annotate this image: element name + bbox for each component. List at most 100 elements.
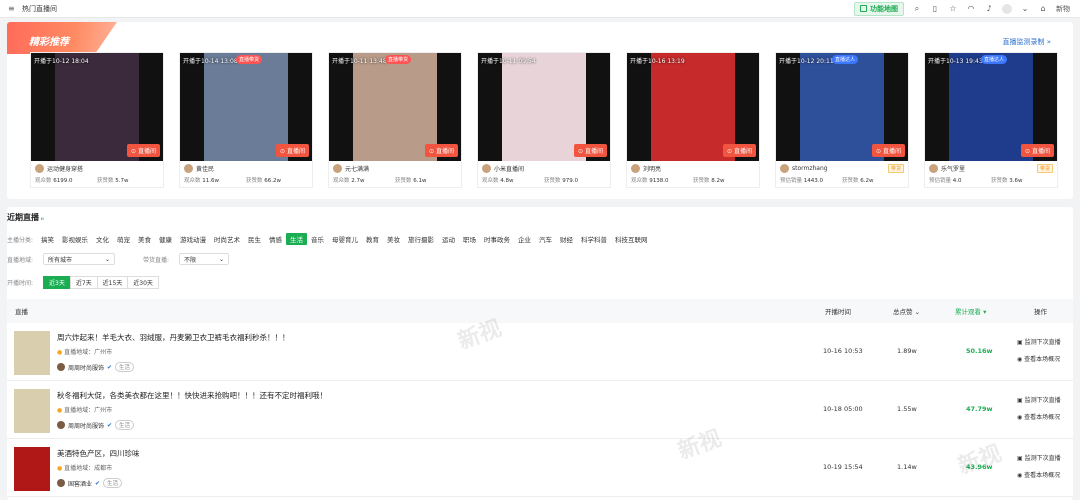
recommend-card[interactable]: 开播于10-16 13:19 ⊙ 直播间 刘明亮 观众数 9138.0 获赞数 …: [626, 52, 760, 188]
view-overview-button[interactable]: ◉ 查看本场概况: [1017, 354, 1061, 363]
verified-icon: ✔: [95, 479, 101, 487]
day-range-tab[interactable]: 近30天: [127, 276, 159, 289]
card-thumbnail[interactable]: 开播于10-13 19:43 直播达人 ⊙ 直播间: [925, 53, 1057, 161]
card-host[interactable]: 小米直播间: [478, 161, 610, 173]
category-item[interactable]: 健康: [155, 233, 176, 245]
enter-live-button[interactable]: ⊙ 直播间: [127, 144, 160, 157]
card-host[interactable]: 黄佳民: [180, 161, 312, 173]
avatar[interactable]: [1002, 3, 1012, 14]
function-map-button[interactable]: 功能地图: [854, 1, 904, 16]
category-item[interactable]: 民生: [244, 233, 265, 245]
card-host[interactable]: stormzhang 带货: [776, 161, 908, 173]
day-range-tab[interactable]: 近7天: [69, 276, 98, 289]
table-row[interactable]: 美酒特色产区，四川珍味 ● 直播地域：成都市 国窖酒业 ✔ 生活 10-19 1…: [7, 439, 1073, 497]
category-item[interactable]: 运动: [438, 233, 459, 245]
category-item[interactable]: 游戏动漫: [176, 233, 210, 245]
stat-viewers: 观众数 6199.0: [35, 178, 73, 184]
category-item[interactable]: 情感: [265, 233, 286, 245]
card-thumbnail[interactable]: 开播于10-14 13:08 直播带货 ⊙ 直播间: [180, 53, 312, 161]
card-thumbnail[interactable]: 开播于10-11 09:54 ⊙ 直播间: [478, 53, 610, 161]
category-item[interactable]: 母婴育儿: [328, 233, 362, 245]
time-filter: 开播时间: 近3天 近7天 近15天 近30天: [7, 276, 159, 289]
enter-live-button[interactable]: ⊙ 直播间: [276, 144, 309, 157]
enter-live-button[interactable]: ⊙ 直播间: [574, 144, 607, 157]
day-range-tab[interactable]: 近15天: [96, 276, 129, 289]
card-host[interactable]: 运动健身穿搭: [31, 161, 163, 173]
header-views[interactable]: 累计观看 ▾: [955, 306, 986, 316]
live-shop[interactable]: 周周时尚服饰 ✔ 生活: [57, 420, 135, 430]
enter-live-button[interactable]: ⊙ 直播间: [1021, 144, 1054, 157]
category-item[interactable]: 财经: [556, 233, 577, 245]
favorite-icon[interactable]: ☆: [948, 4, 958, 14]
card-stats: 观众数 4.8w 获赞数 979.0: [478, 173, 610, 184]
recommend-card[interactable]: 开播于10-13 19:43 直播达人 ⊙ 直播间 乐气罗里 带货 预估销量 4…: [924, 52, 1058, 188]
table-row[interactable]: 周六炸起来！羊毛大衣、羽绒服，丹麦獭卫衣卫裤毛衣福利秒杀！！！ ● 直播地域：广…: [7, 323, 1073, 381]
category-item[interactable]: 影视娱乐: [58, 233, 92, 245]
header-start-time[interactable]: 开播时间: [825, 306, 851, 316]
section-title: 近期直播: [7, 213, 39, 222]
category-item[interactable]: 教育: [362, 233, 383, 245]
topbar-actions: 功能地图 ⌕ ▯ ☆ ◠ ♪ ⌄ ⌂ 新物: [854, 1, 1080, 16]
enter-live-button[interactable]: ⊙ 直播间: [723, 144, 756, 157]
monitor-next-live-button[interactable]: ▣ 监测下次直播: [1017, 453, 1061, 462]
headset-icon[interactable]: ◠: [966, 4, 976, 14]
category-item[interactable]: 旅行摄影: [404, 233, 438, 245]
category-item[interactable]: 生活: [286, 233, 307, 245]
card-stats: 观众数 11.6w 获赞数 66.2w: [180, 173, 312, 184]
live-shop[interactable]: 国窖酒业 ✔ 生活: [57, 478, 123, 488]
view-overview-button[interactable]: ◉ 查看本场概况: [1017, 470, 1061, 479]
category-item[interactable]: 汽车: [535, 233, 556, 245]
card-host[interactable]: 刘明亮: [627, 161, 759, 173]
card-thumbnail[interactable]: 开播于10-11 13:48 直播带货 ⊙ 直播间: [329, 53, 461, 161]
recommend-card[interactable]: 开播于10-12 18:04 ⊙ 直播间 运动健身穿搭 观众数 6199.0 获…: [30, 52, 164, 188]
live-cover[interactable]: [14, 389, 50, 433]
category-item[interactable]: 文化: [92, 233, 113, 245]
bell-icon[interactable]: ♪: [984, 4, 994, 14]
day-range-tab[interactable]: 近3天: [43, 276, 71, 289]
stat-viewers: 预估销量 1443.0: [780, 178, 824, 184]
category-item[interactable]: 时事政务: [480, 233, 514, 245]
phone-icon[interactable]: ▯: [930, 4, 940, 14]
live-shop[interactable]: 周周时尚服饰 ✔ 生活: [57, 362, 135, 372]
category-item[interactable]: 企业: [514, 233, 535, 245]
card-host[interactable]: 乐气罗里 带货: [925, 161, 1057, 173]
view-overview-button[interactable]: ◉ 查看本场概况: [1017, 412, 1061, 421]
category-item[interactable]: 萌宠: [113, 233, 134, 245]
category-item[interactable]: 科技互联网: [611, 233, 652, 245]
recommend-card[interactable]: 开播于10-12 20:11 直播达人 ⊙ 直播间 stormzhang 带货 …: [775, 52, 909, 188]
live-title[interactable]: 美酒特色产区，四川珍味: [57, 448, 140, 459]
newbie-link[interactable]: 新物: [1056, 4, 1070, 14]
monitor-record-link[interactable]: 直播监测录制 »: [1002, 37, 1051, 47]
category-item[interactable]: 美妆: [383, 233, 404, 245]
recommend-card[interactable]: 开播于10-14 13:08 直播带货 ⊙ 直播间 黄佳民 观众数 11.6w …: [179, 52, 313, 188]
live-title[interactable]: 秋冬福利大促，各类美衣都在这里！！快快进来抢购吧！！！还有不定时福利哦！: [57, 390, 327, 401]
region-select[interactable]: 所有城市 ⌄: [43, 253, 115, 265]
category-item[interactable]: 职场: [459, 233, 480, 245]
recommend-cards: 开播于10-12 18:04 ⊙ 直播间 运动健身穿搭 观众数 6199.0 获…: [30, 52, 1058, 188]
live-cover[interactable]: [14, 447, 50, 491]
category-item[interactable]: 时尚艺术: [210, 233, 244, 245]
home-icon[interactable]: ⌂: [1038, 4, 1048, 14]
enter-live-button[interactable]: ⊙ 直播间: [872, 144, 905, 157]
card-thumbnail[interactable]: 开播于10-16 13:19 ⊙ 直播间: [627, 53, 759, 161]
category-item[interactable]: 音乐: [307, 233, 328, 245]
category-item[interactable]: 搞笑: [37, 233, 58, 245]
category-item[interactable]: 美食: [134, 233, 155, 245]
card-thumbnail[interactable]: 开播于10-12 18:04 ⊙ 直播间: [31, 53, 163, 161]
chevron-down-icon[interactable]: ⌄: [1020, 4, 1030, 14]
category-item[interactable]: 科学科普: [577, 233, 611, 245]
card-thumbnail[interactable]: 开播于10-12 20:11 直播达人 ⊙ 直播间: [776, 53, 908, 161]
enter-live-button[interactable]: ⊙ 直播间: [425, 144, 458, 157]
monitor-next-live-button[interactable]: ▣ 监测下次直播: [1017, 395, 1061, 404]
goods-select[interactable]: 不限 ⌄: [179, 253, 229, 265]
monitor-next-live-button[interactable]: ▣ 监测下次直播: [1017, 337, 1061, 346]
menu-icon[interactable]: ≡: [8, 4, 18, 13]
live-cover[interactable]: [14, 331, 50, 375]
header-likes[interactable]: 总点赞 ⌄: [893, 306, 920, 316]
recommend-card[interactable]: 开播于10-11 09:54 ⊙ 直播间 小米直播间 观众数 4.8w 获赞数 …: [477, 52, 611, 188]
card-host[interactable]: 元七满满: [329, 161, 461, 173]
recommend-card[interactable]: 开播于10-11 13:48 直播带货 ⊙ 直播间 元七满满 观众数 2.7w …: [328, 52, 462, 188]
table-row[interactable]: 秋冬福利大促，各类美衣都在这里！！快快进来抢购吧！！！还有不定时福利哦！ ● 直…: [7, 381, 1073, 439]
live-title[interactable]: 周六炸起来！羊毛大衣、羽绒服，丹麦獭卫衣卫裤毛衣福利秒杀！！！: [57, 332, 290, 343]
search-icon[interactable]: ⌕: [912, 4, 922, 14]
